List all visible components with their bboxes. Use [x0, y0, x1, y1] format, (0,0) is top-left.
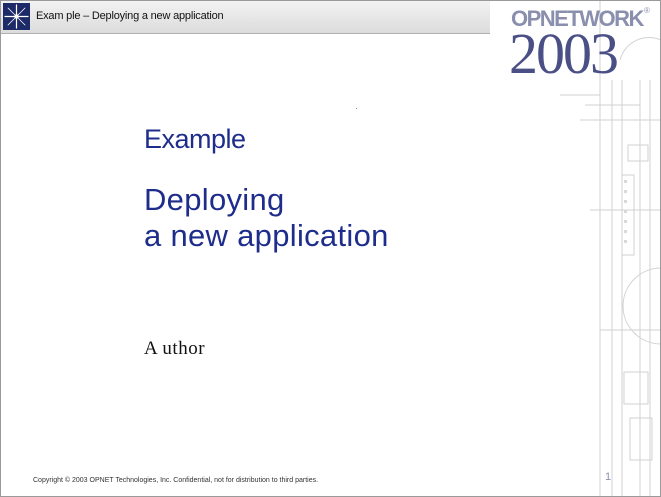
slide: Exam ple – Deploying a new application O…	[0, 0, 661, 497]
header-bar: Exam ple – Deploying a new application	[0, 0, 490, 34]
page-number: 1	[605, 471, 612, 483]
footer-copyright: Copyright © 2003 OPNET Technologies, Inc…	[33, 477, 319, 484]
star-burst-icon	[3, 3, 30, 30]
slide-title: Deploying a new application	[144, 182, 389, 254]
slide-author: A uthor	[144, 338, 206, 359]
logo-year: 2003	[509, 21, 619, 86]
slide-title-line-2: a new application	[144, 218, 389, 253]
slide-heading: Example	[144, 124, 246, 154]
slide-title-line-1: Deploying	[144, 182, 285, 217]
stray-mark	[356, 108, 357, 109]
header-title: Exam ple – Deploying a new application	[36, 10, 224, 22]
